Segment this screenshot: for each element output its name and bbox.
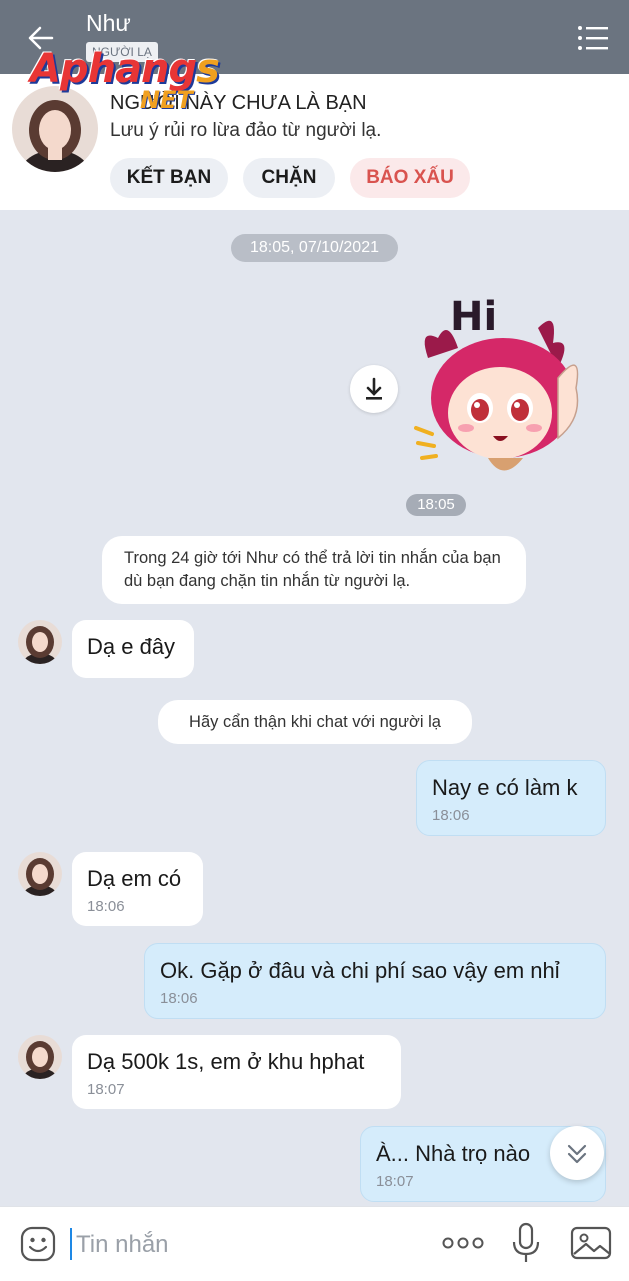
report-button[interactable]: BÁO XẤU xyxy=(350,158,470,198)
message-time: 18:06 xyxy=(87,898,125,915)
message-time: 18:07 xyxy=(87,1081,125,1098)
date-separator: 18:05, 07/10/2021 xyxy=(231,234,398,262)
message-text: Ok. Gặp ở đâu và chi phí sao vậy em nhỉ xyxy=(160,958,560,983)
add-friend-button[interactable]: KẾT BẠN xyxy=(110,158,228,198)
contact-avatar[interactable] xyxy=(18,852,62,896)
contact-avatar[interactable] xyxy=(18,620,62,664)
card-subtitle: Lưu ý rủi ro lừa đảo từ người lạ. xyxy=(110,120,382,141)
avatar[interactable] xyxy=(12,86,98,172)
message-bubble-incoming[interactable]: Dạ 500k 1s, em ở khu hphat 18:07 xyxy=(72,1035,401,1109)
menu-list-icon[interactable] xyxy=(572,22,612,54)
message-bubble-outgoing[interactable]: Ok. Gặp ở đâu và chi phí sao vậy em nhỉ … xyxy=(144,943,606,1019)
message-bubble-outgoing[interactable]: Nay e có làm k 18:06 xyxy=(416,760,606,836)
message-time: 18:06 xyxy=(160,990,198,1007)
watermark-sub: NET xyxy=(140,86,193,114)
message-time: 18:06 xyxy=(432,807,470,824)
block-button[interactable]: CHẶN xyxy=(243,158,335,198)
message-bubble-incoming[interactable]: Dạ e đây xyxy=(72,620,194,678)
contact-avatar[interactable] xyxy=(18,1035,62,1079)
scroll-to-bottom-button[interactable] xyxy=(550,1126,604,1180)
download-button[interactable] xyxy=(350,365,398,413)
download-icon xyxy=(366,377,382,400)
contact-name[interactable]: Như xyxy=(86,10,131,37)
image-icon[interactable] xyxy=(570,1224,612,1262)
message-text: Nay e có làm k xyxy=(432,775,578,800)
hi-sticker[interactable]: Hi xyxy=(408,288,608,488)
chevron-double-down-icon xyxy=(567,1144,587,1164)
watermark-accent: s xyxy=(196,46,220,92)
microphone-icon[interactable] xyxy=(510,1222,542,1264)
stranger-warning-card: NGƯỜI NÀY CHƯA LÀ BẠN Lưu ý rủi ro lừa đ… xyxy=(0,74,629,210)
message-input[interactable] xyxy=(74,1226,418,1264)
message-text: Dạ e đây xyxy=(87,634,176,659)
svg-text:Hi: Hi xyxy=(450,294,497,340)
text-caret xyxy=(70,1228,72,1260)
system-notice: Hãy cẩn thận khi chat với người lạ xyxy=(158,700,472,744)
emoji-icon[interactable] xyxy=(20,1226,56,1262)
message-text: Dạ 500k 1s, em ở khu hphat xyxy=(87,1049,365,1074)
message-bubble-incoming[interactable]: Dạ em có 18:06 xyxy=(72,852,203,926)
sticker-timestamp: 18:05 xyxy=(406,494,466,516)
more-dots-icon[interactable] xyxy=(440,1232,486,1254)
system-notice: Trong 24 giờ tới Như có thể trả lời tin … xyxy=(102,536,526,604)
message-text: Dạ em có xyxy=(87,866,182,891)
